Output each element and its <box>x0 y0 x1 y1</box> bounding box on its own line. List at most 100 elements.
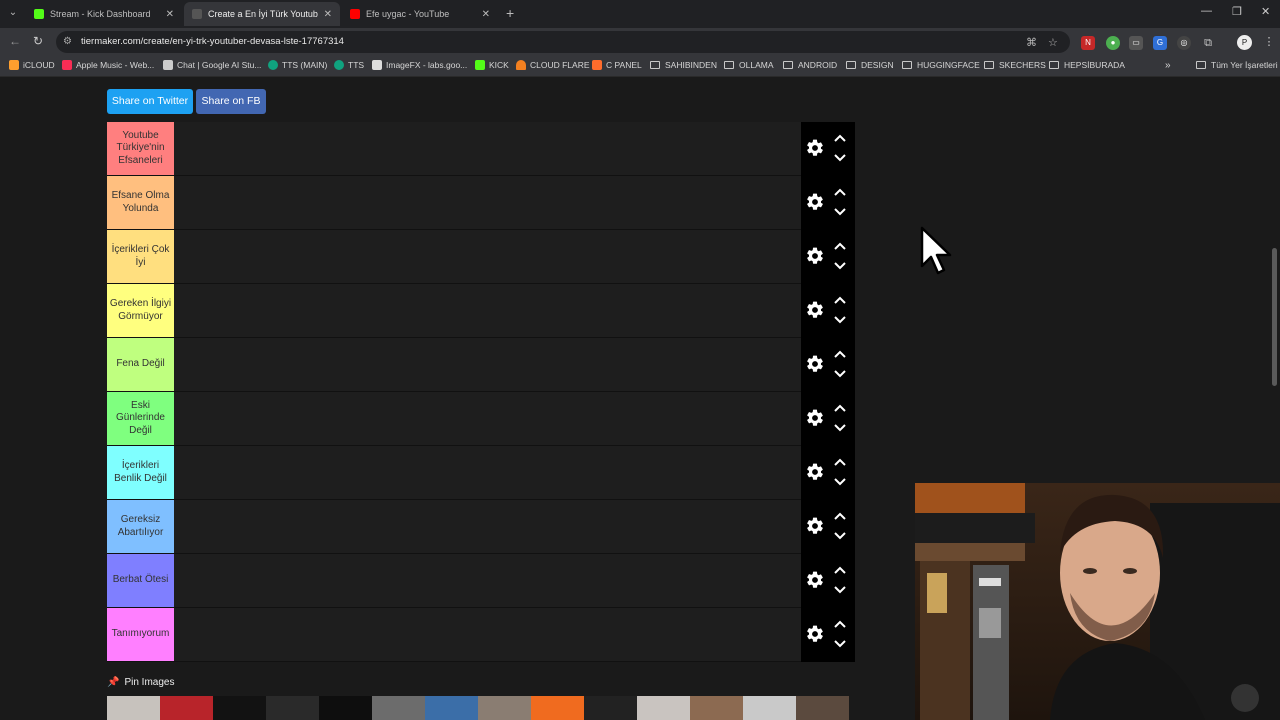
tier-settings-gear-icon[interactable] <box>805 408 825 428</box>
move-tier-up-icon[interactable] <box>833 133 847 143</box>
menu-kebab-icon[interactable]: ⋮ <box>1262 35 1276 49</box>
translate-icon[interactable]: ⌘ <box>1026 36 1037 49</box>
tab-search-icon[interactable]: ⌄ <box>5 5 21 21</box>
extension-translate-icon[interactable]: G <box>1153 36 1167 50</box>
tier-drop-zone[interactable] <box>175 176 800 229</box>
reload-icon[interactable]: ↻ <box>33 34 43 48</box>
tier-label[interactable]: Fena Değil <box>107 338 174 391</box>
close-tab-icon[interactable]: ✕ <box>324 9 332 20</box>
tier-drop-zone[interactable] <box>175 446 800 499</box>
tier-drop-zone[interactable] <box>175 230 800 283</box>
close-window-icon[interactable]: ✕ <box>1261 5 1270 18</box>
move-tier-up-icon[interactable] <box>833 349 847 359</box>
bookmark-item[interactable]: Apple Music - Web... <box>62 60 154 70</box>
all-bookmarks-folder[interactable]: Tüm Yer İşaretleri <box>1196 60 1278 70</box>
tier-label[interactable]: Gereken İlgiyi Görmüyor <box>107 284 174 337</box>
more-bookmarks-icon[interactable]: » <box>1165 60 1171 71</box>
tier-drop-zone[interactable] <box>175 284 800 337</box>
bookmark-item[interactable]: TTS (MAIN) <box>268 60 327 70</box>
bookmark-star-icon[interactable]: ☆ <box>1048 36 1058 49</box>
draggable-image-thumbnail[interactable] <box>743 696 796 720</box>
draggable-image-thumbnail[interactable] <box>425 696 478 720</box>
move-tier-up-icon[interactable] <box>833 187 847 197</box>
draggable-image-thumbnail[interactable] <box>107 696 160 720</box>
move-tier-down-icon[interactable] <box>833 639 847 649</box>
extension-vpn-icon[interactable]: ◎ <box>1177 36 1191 50</box>
site-info-icon[interactable]: ⚙ <box>63 36 72 47</box>
move-tier-up-icon[interactable] <box>833 403 847 413</box>
move-tier-down-icon[interactable] <box>833 207 847 217</box>
bookmark-item[interactable]: ImageFX - labs.goo... <box>372 60 467 70</box>
bookmark-folder[interactable]: SAHIBINDEN <box>650 60 717 70</box>
move-tier-up-icon[interactable] <box>833 565 847 575</box>
draggable-image-thumbnail[interactable] <box>531 696 584 720</box>
tier-label[interactable]: İçerikleri Çok İyi <box>107 230 174 283</box>
bookmark-folder[interactable]: OLLAMA <box>724 60 774 70</box>
bookmark-item[interactable]: Chat | Google AI Stu... <box>163 60 261 70</box>
move-tier-up-icon[interactable] <box>833 511 847 521</box>
draggable-image-thumbnail[interactable] <box>796 696 849 720</box>
move-tier-down-icon[interactable] <box>833 585 847 595</box>
tier-settings-gear-icon[interactable] <box>805 300 825 320</box>
tier-label[interactable]: Berbat Ötesi <box>107 554 174 607</box>
tier-settings-gear-icon[interactable] <box>805 516 825 536</box>
tier-drop-zone[interactable] <box>175 338 800 391</box>
tier-settings-gear-icon[interactable] <box>805 570 825 590</box>
tier-settings-gear-icon[interactable] <box>805 138 825 158</box>
tier-settings-gear-icon[interactable] <box>805 354 825 374</box>
tier-drop-zone[interactable] <box>175 554 800 607</box>
pin-images-heading[interactable]: 📌 Pin Images <box>107 677 174 688</box>
tier-drop-zone[interactable] <box>175 500 800 553</box>
draggable-image-thumbnail[interactable] <box>478 696 531 720</box>
close-tab-icon[interactable]: ✕ <box>482 9 490 20</box>
bookmark-item[interactable]: iCLOUD <box>9 60 55 70</box>
bookmark-folder[interactable]: ANDROID <box>783 60 837 70</box>
move-tier-down-icon[interactable] <box>833 369 847 379</box>
tier-drop-zone[interactable] <box>175 608 800 661</box>
draggable-image-thumbnail[interactable] <box>266 696 319 720</box>
draggable-image-thumbnail[interactable] <box>213 696 266 720</box>
move-tier-down-icon[interactable] <box>833 315 847 325</box>
share-twitter-button[interactable]: Share on Twitter <box>107 89 193 114</box>
profile-avatar[interactable]: P <box>1237 35 1252 50</box>
bookmark-item[interactable]: CLOUD FLARE <box>516 60 590 70</box>
move-tier-up-icon[interactable] <box>833 619 847 629</box>
tier-settings-gear-icon[interactable] <box>805 246 825 266</box>
move-tier-down-icon[interactable] <box>833 153 847 163</box>
minimize-icon[interactable]: — <box>1201 5 1212 17</box>
tier-settings-gear-icon[interactable] <box>805 462 825 482</box>
address-bar[interactable]: ⚙ tiermaker.com/create/en-yi-trk-youtube… <box>56 31 1070 53</box>
draggable-image-thumbnail[interactable] <box>372 696 425 720</box>
move-tier-down-icon[interactable] <box>833 261 847 271</box>
page-scrollbar[interactable] <box>1272 248 1277 386</box>
maximize-icon[interactable]: ❐ <box>1232 5 1242 18</box>
tier-drop-zone[interactable] <box>175 392 800 445</box>
move-tier-down-icon[interactable] <box>833 477 847 487</box>
close-tab-icon[interactable]: ✕ <box>166 9 174 20</box>
bookmark-folder[interactable]: HUGGINGFACE <box>902 60 980 70</box>
bookmark-folder[interactable]: DESIGN <box>846 60 894 70</box>
move-tier-up-icon[interactable] <box>833 241 847 251</box>
tab-tiermaker[interactable]: Create a En İyi Türk Youtuber D ✕ <box>184 2 340 26</box>
move-tier-down-icon[interactable] <box>833 531 847 541</box>
tier-label[interactable]: Eski Günlerinde Değil <box>107 392 174 445</box>
draggable-image-thumbnail[interactable] <box>690 696 743 720</box>
new-tab-icon[interactable]: + <box>506 5 514 21</box>
draggable-image-thumbnail[interactable] <box>637 696 690 720</box>
extensions-puzzle-icon[interactable]: ⧉ <box>1201 36 1215 50</box>
extension-tab-icon[interactable]: ▭ <box>1129 36 1143 50</box>
tier-settings-gear-icon[interactable] <box>805 624 825 644</box>
move-tier-up-icon[interactable] <box>833 295 847 305</box>
tier-settings-gear-icon[interactable] <box>805 192 825 212</box>
move-tier-down-icon[interactable] <box>833 423 847 433</box>
tab-youtube[interactable]: Efe uygac - YouTube ✕ <box>342 2 498 26</box>
share-fb-button[interactable]: Share on FB <box>196 89 266 114</box>
tab-kick-dashboard[interactable]: Stream - Kick Dashboard ✕ <box>26 2 182 26</box>
draggable-image-thumbnail[interactable] <box>584 696 637 720</box>
tier-drop-zone[interactable] <box>175 122 800 175</box>
tier-label[interactable]: Efsane Olma Yolunda <box>107 176 174 229</box>
back-icon[interactable]: ← <box>9 34 21 48</box>
move-tier-up-icon[interactable] <box>833 457 847 467</box>
bookmark-item[interactable]: C PANEL <box>592 60 642 70</box>
bookmark-folder[interactable]: SKECHERS <box>984 60 1046 70</box>
